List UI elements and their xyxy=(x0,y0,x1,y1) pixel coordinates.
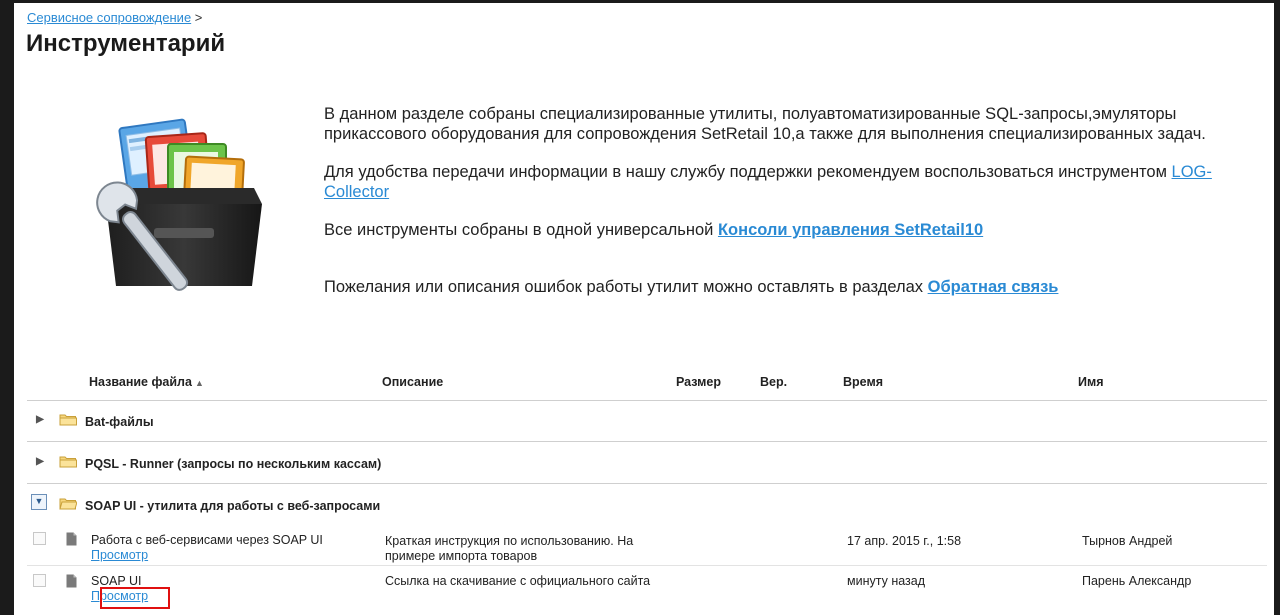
column-header-author[interactable]: Имя xyxy=(1078,375,1104,389)
column-header-time[interactable]: Время xyxy=(843,375,883,389)
feedback-link[interactable]: Обратная связь xyxy=(928,278,1059,296)
document-icon xyxy=(66,532,77,546)
view-link[interactable]: Просмотр xyxy=(91,548,148,562)
column-header-version[interactable]: Вер. xyxy=(760,375,787,389)
expand-arrow-icon[interactable]: ▶ xyxy=(33,455,47,469)
group-label: PQSL - Runner (запросы по нескольким кас… xyxy=(85,457,382,471)
column-header-description[interactable]: Описание xyxy=(382,375,443,389)
group-row-pqsl-runner[interactable]: ▶ PQSL - Runner (запросы по нескольким к… xyxy=(27,443,1267,484)
column-header-name[interactable]: Название файла ▲ xyxy=(89,375,204,389)
file-name-cell: Работа с веб-сервисами через SOAP UI Про… xyxy=(91,533,371,563)
breadcrumb-link-service[interactable]: Сервисное сопровождение xyxy=(27,10,191,25)
group-label: SOAP UI - утилита для работы с веб-запро… xyxy=(85,499,381,513)
group-row-bat-files[interactable]: ▶ Bat-файлы xyxy=(27,401,1267,442)
folder-icon xyxy=(59,414,77,426)
folder-icon xyxy=(59,456,77,468)
description-cell: Краткая инструкция по использованию. На … xyxy=(385,534,634,563)
group-row-soap-ui[interactable]: ▼ SOAP UI - утилита для работы с веб-зап… xyxy=(27,485,1267,519)
intro-p3-text: Все инструменты собраны в одной универса… xyxy=(324,221,718,239)
intro-paragraph-1: В данном разделе собраны специализирован… xyxy=(324,105,1206,143)
group-label: Bat-файлы xyxy=(85,415,154,429)
file-table-header: Название файла ▲ Описание Размер Вер. Вре… xyxy=(27,368,1267,401)
toolbox-folders-wrench-icon xyxy=(96,118,262,291)
time-cell: 17 апр. 2015 г., 1:58 xyxy=(847,534,962,548)
console-setretail-link[interactable]: Консоли управления SetRetail10 xyxy=(718,221,983,239)
author-cell[interactable]: Парень Александр xyxy=(1082,574,1191,589)
column-header-name-label: Название файла xyxy=(89,375,192,389)
intro-paragraph-3: Все инструменты собраны в одной универса… xyxy=(324,220,1254,240)
table-row[interactable]: SOAP UI Просмотр Ссылка на скачивание с … xyxy=(27,569,1267,613)
window-frame-right xyxy=(1274,0,1280,615)
window-frame-left xyxy=(0,0,14,615)
sort-ascending-icon: ▲ xyxy=(194,378,204,388)
time-cell: минуту назад xyxy=(847,574,926,588)
author-cell[interactable]: Тырнов Андрей xyxy=(1082,534,1172,549)
column-header-size[interactable]: Размер xyxy=(676,375,721,389)
folder-open-icon xyxy=(59,498,77,510)
table-row[interactable]: Работа с веб-сервисами через SOAP UI Про… xyxy=(27,527,1267,566)
highlight-box xyxy=(100,587,170,609)
intro-paragraph-2: Для удобства передачи информации в нашу … xyxy=(324,162,1254,202)
page-title: Инструментарий xyxy=(26,30,226,57)
intro-p2-text: Для удобства передачи информации в нашу … xyxy=(324,163,1172,181)
collapse-arrow-icon[interactable]: ▼ xyxy=(31,494,47,510)
document-icon xyxy=(66,574,77,588)
intro-paragraph-4: Пожелания или описания ошибок работы ути… xyxy=(324,277,1254,297)
intro-p4-text: Пожелания или описания ошибок работы ути… xyxy=(324,278,928,296)
row-checkbox[interactable] xyxy=(33,532,46,545)
breadcrumb: Сервисное сопровождение > xyxy=(27,10,202,25)
file-name: Работа с веб-сервисами через SOAP UI xyxy=(91,533,323,547)
description-cell: Ссылка на скачивание с официального сайт… xyxy=(385,574,651,588)
page-content: Сервисное сопровождение > Инструментарий xyxy=(14,3,1274,615)
row-checkbox[interactable] xyxy=(33,574,46,587)
expand-arrow-icon[interactable]: ▶ xyxy=(33,413,47,427)
breadcrumb-separator: > xyxy=(194,10,203,25)
